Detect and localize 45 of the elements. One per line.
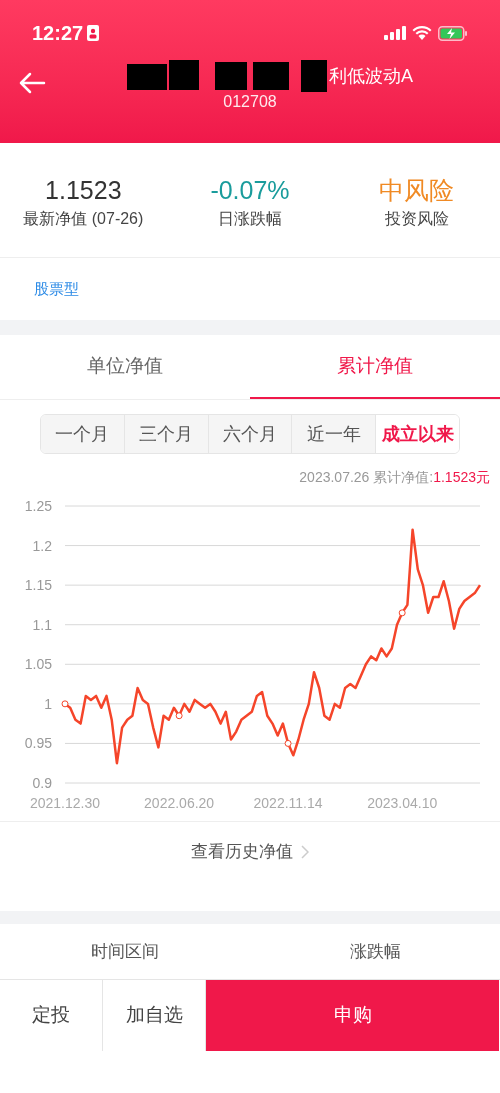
- y-axis-label: 0.95: [24, 735, 52, 752]
- x-axis-label: 2021.12.30: [29, 795, 101, 811]
- caption-value: 1.1523元: [433, 467, 490, 487]
- period-tab[interactable]: 一个月: [41, 415, 124, 453]
- column-header: 时间区间: [91, 940, 159, 963]
- y-axis-label: 1.05: [24, 656, 52, 673]
- chevron-right-icon: [301, 844, 309, 859]
- y-axis-label: 1: [44, 695, 52, 712]
- x-axis-label: 2022.11.14: [253, 795, 323, 811]
- chart-tab[interactable]: 累计净值: [250, 335, 500, 399]
- back-arrow-icon[interactable]: [18, 72, 46, 94]
- fund-title: 利低波动A: [329, 65, 413, 88]
- fund-code: 012708: [223, 92, 277, 112]
- stat-label: 日涨跌幅: [218, 209, 282, 229]
- caption-label: 2023.07.26 累计净值:: [299, 467, 434, 487]
- period-tab[interactable]: 成立以来: [375, 415, 459, 453]
- column-header: 涨跌幅: [349, 940, 401, 963]
- y-axis-label: 1.15: [24, 577, 52, 594]
- chart-tab[interactable]: 单位净值: [0, 335, 250, 399]
- period-tab[interactable]: 近一年: [291, 415, 376, 453]
- y-axis-label: 1.25: [24, 498, 52, 514]
- point-marker: [398, 609, 406, 617]
- history-link[interactable]: 查看历史净值: [191, 838, 309, 865]
- y-axis-label: 1.2: [32, 537, 52, 554]
- battery-charging-icon: [438, 25, 468, 41]
- period-tab[interactable]: 三个月: [123, 415, 208, 453]
- period-tab[interactable]: 六个月: [207, 415, 292, 453]
- x-axis-label: 2023.04.10: [367, 795, 438, 811]
- point-marker: [284, 739, 292, 747]
- point-marker: [175, 712, 183, 720]
- fund-type-tag[interactable]: 股票型: [34, 277, 79, 301]
- stat-value: 中风险: [379, 175, 455, 206]
- contact-card-icon: [87, 25, 100, 41]
- point-marker: [61, 700, 69, 708]
- stat-value: -0.07%: [210, 175, 290, 206]
- y-axis-label: 0.9: [32, 775, 52, 791]
- purchase-button[interactable]: 申购: [206, 980, 499, 1051]
- x-axis-label: 2022.06.20: [144, 795, 215, 811]
- stat-label: 最新净值 (07-26): [23, 209, 144, 229]
- wifi-icon: [412, 26, 432, 40]
- status-time: 12:27: [32, 21, 84, 46]
- y-axis-label: 1.1: [32, 616, 52, 633]
- signal-icon: [384, 26, 406, 40]
- stat-label: 投资风险: [384, 209, 449, 229]
- stat-value: 1.1523: [45, 175, 122, 206]
